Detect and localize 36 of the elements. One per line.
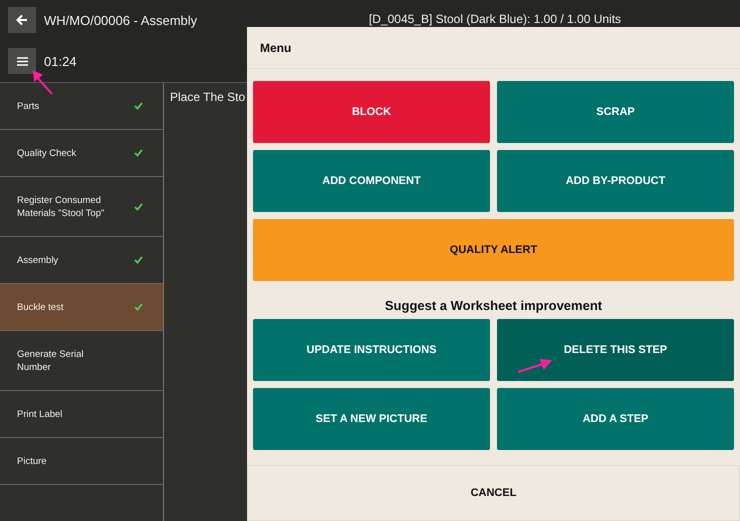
checkmark-icon — [134, 256, 143, 264]
step-label: Buckle test — [17, 300, 64, 314]
action-button[interactable]: ADD COMPONENT — [253, 150, 490, 212]
cancel-button[interactable]: CANCEL — [247, 465, 740, 521]
improvement-button[interactable]: SET A NEW PICTURE — [253, 388, 490, 450]
dialog-title: Menu — [260, 40, 292, 54]
step-item[interactable]: Buckle test — [0, 284, 163, 331]
section-title: Suggest a Worksheet improvement — [384, 298, 604, 313]
action-button[interactable]: SCRAP — [497, 81, 734, 143]
step-label: Assembly — [17, 254, 58, 266]
step-label: Picture — [17, 454, 47, 468]
annotation-arrow — [32, 70, 54, 96]
improvement-button[interactable]: DELETE THIS STEP — [497, 319, 734, 381]
step-label: Print Label — [17, 408, 62, 420]
step-label: Generate Serial Number — [17, 348, 85, 374]
action-button[interactable]: QUALITY ALERT — [253, 219, 734, 281]
action-button[interactable]: BLOCK — [253, 81, 490, 143]
step-label: Register Consumed Materials "Stool Top" — [17, 194, 106, 220]
improvement-button[interactable]: ADD A STEP — [497, 388, 734, 450]
checkmark-icon — [134, 202, 143, 210]
improvement-button[interactable]: UPDATE INSTRUCTIONS — [253, 319, 490, 381]
product-quantity: [D_0045_B] Stool (Dark Blue): 1.00 / 1.00 Units — [368, 12, 622, 26]
checkmark-icon — [134, 102, 143, 110]
step-label: Parts — [17, 100, 40, 112]
checkmark-icon — [134, 303, 143, 311]
timer: 01:24 — [44, 54, 77, 68]
action-button[interactable]: ADD BY-PRODUCT — [497, 150, 734, 212]
menu-icon — [16, 56, 28, 66]
checkmark-icon — [134, 149, 143, 157]
step-label: Quality Check — [17, 146, 76, 160]
instruction-text: Place The Sto — [170, 90, 246, 106]
back-arrow-icon — [16, 14, 28, 26]
order-title: WH/MO/00006 - Assembly — [44, 12, 198, 28]
back-button[interactable] — [8, 7, 36, 33]
menu-button[interactable] — [8, 48, 36, 74]
annotation-arrow — [516, 358, 552, 374]
